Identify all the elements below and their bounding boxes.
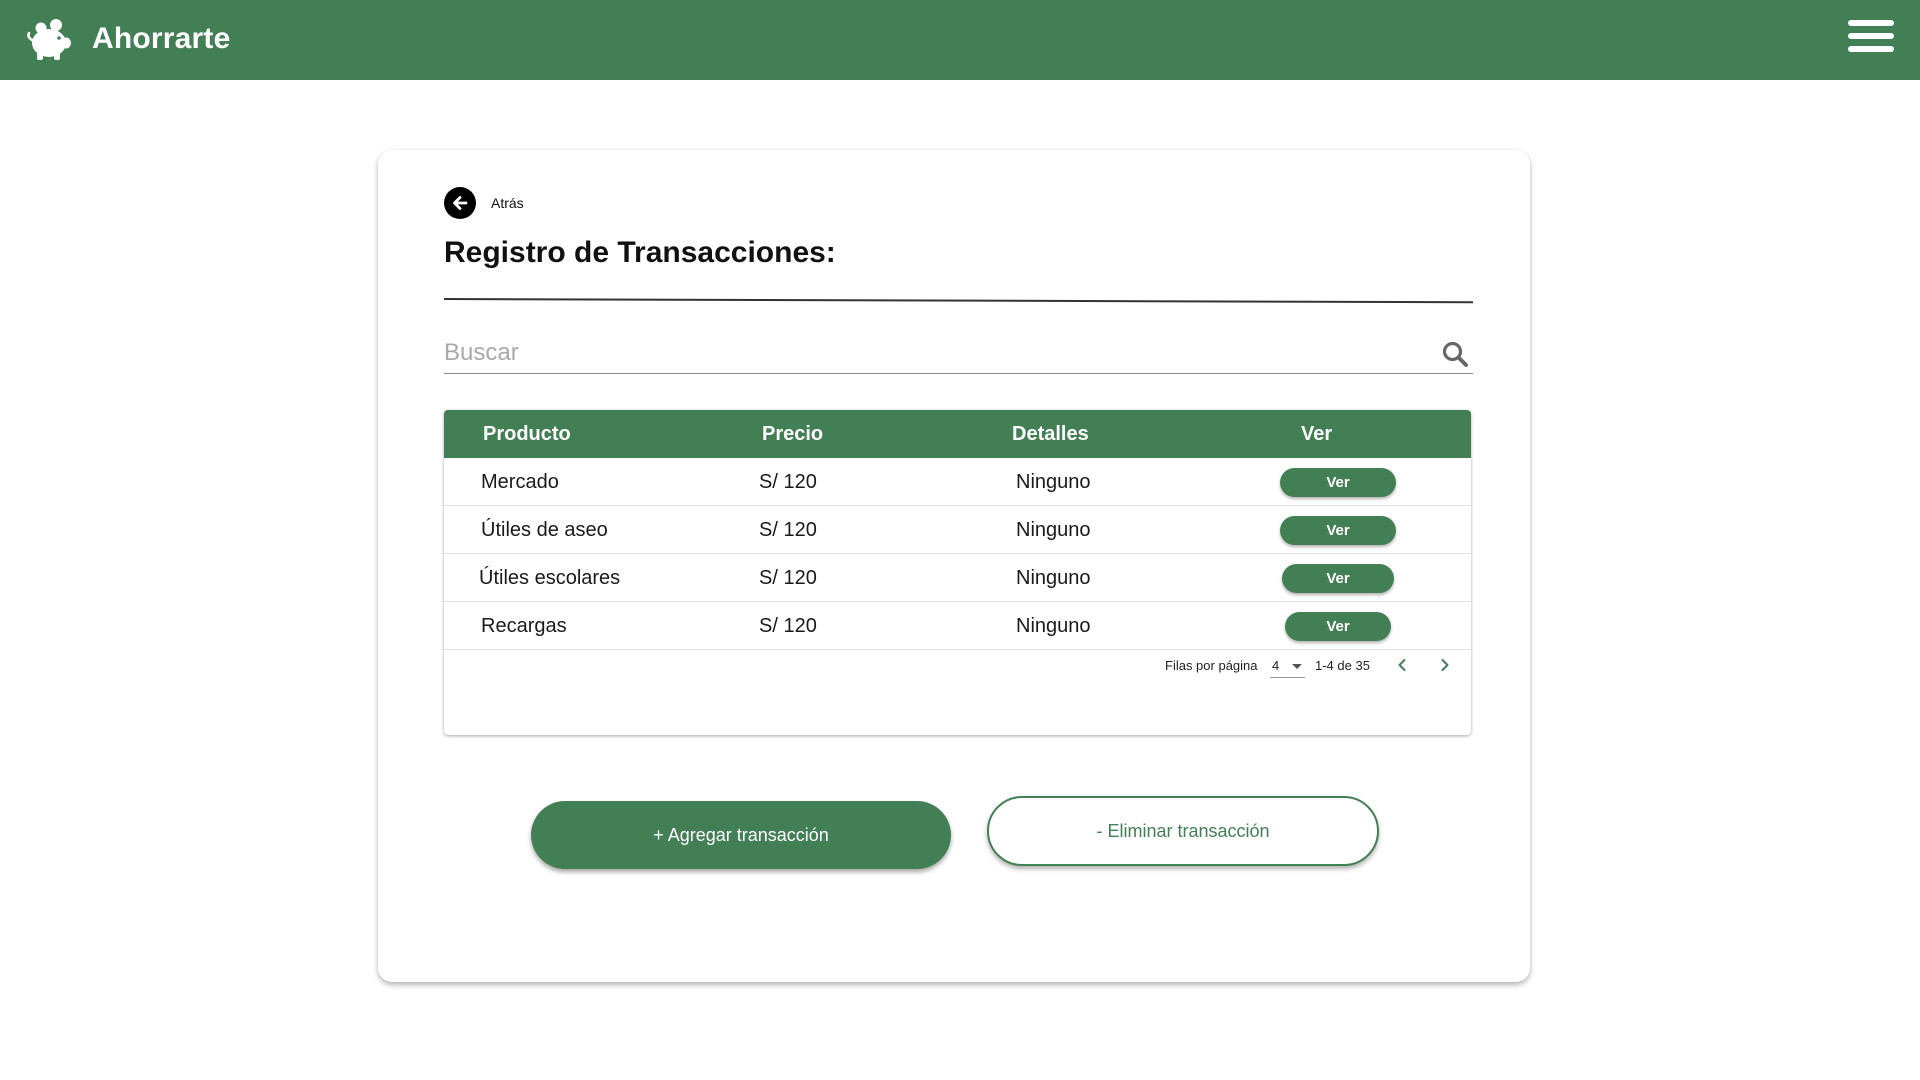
cell-detalles: Ninguno (1016, 519, 1091, 541)
cell-producto: Mercado (481, 471, 559, 493)
cell-producto: Útiles escolares (479, 567, 621, 589)
search-bar (444, 334, 1473, 374)
back-button[interactable]: Atrás (444, 187, 524, 219)
pagination: Filas por página 4 1-4 de 35 (444, 650, 1471, 680)
table-header: Producto Precio Detalles Ver (444, 410, 1471, 458)
transactions-table: Producto Precio Detalles Ver Mercado S/ … (444, 410, 1471, 735)
header-precio: Precio (762, 423, 824, 445)
view-button[interactable]: Ver (1282, 564, 1394, 593)
cell-precio: S/ 120 (759, 471, 817, 493)
transactions-card: Atrás Registro de Transacciones: Product… (378, 150, 1530, 982)
cell-detalles: Ninguno (1016, 567, 1091, 589)
brand-home-link[interactable]: Ahorrarte (26, 14, 231, 64)
chevron-right-icon[interactable] (1435, 655, 1455, 675)
remove-transaction-button[interactable]: - Eliminar transacción (987, 796, 1379, 866)
table-row: Mercado S/ 120 Ninguno Ver (444, 458, 1471, 506)
cell-producto: Útiles de aseo (481, 519, 608, 541)
table-row: Recargas S/ 120 Ninguno Ver (444, 602, 1471, 650)
top-navbar: Ahorrarte (0, 0, 1920, 80)
view-button[interactable]: Ver (1280, 516, 1396, 545)
cell-precio: S/ 120 (759, 567, 817, 589)
cell-detalles: Ninguno (1016, 471, 1091, 493)
rows-per-page-label: Filas por página (1165, 658, 1258, 673)
arrow-left-icon (444, 187, 476, 219)
view-button[interactable]: Ver (1285, 612, 1391, 641)
pagination-range: 1-4 de 35 (1315, 658, 1370, 673)
header-producto: Producto (483, 423, 571, 445)
title-divider (443, 298, 1473, 304)
header-ver: Ver (1301, 423, 1333, 445)
header-detalles: Detalles (1012, 423, 1089, 445)
cell-precio: S/ 120 (759, 615, 817, 637)
add-transaction-button[interactable]: + Agregar transacción (531, 801, 951, 869)
hamburger-menu-icon[interactable] (1848, 20, 1896, 58)
piggy-bank-icon (27, 19, 71, 60)
page-title: Registro de Transacciones: (444, 236, 836, 269)
rows-per-page-select[interactable]: 4 (1270, 652, 1305, 678)
cell-detalles: Ninguno (1016, 615, 1091, 637)
view-button[interactable]: Ver (1280, 468, 1396, 497)
back-label: Atrás (491, 195, 524, 211)
cell-precio: S/ 120 (759, 519, 817, 541)
table-row: Útiles escolares S/ 120 Ninguno Ver (444, 554, 1471, 602)
search-icon[interactable] (1441, 340, 1469, 368)
rows-per-page-value: 4 (1272, 658, 1280, 673)
search-input[interactable] (444, 334, 1404, 372)
cell-producto: Recargas (481, 615, 567, 637)
app-name: Ahorrarte (92, 22, 231, 55)
table-row: Útiles de aseo S/ 120 Ninguno Ver (444, 506, 1471, 554)
chevron-left-icon[interactable] (1392, 655, 1412, 675)
chevron-down-icon (1292, 664, 1302, 669)
